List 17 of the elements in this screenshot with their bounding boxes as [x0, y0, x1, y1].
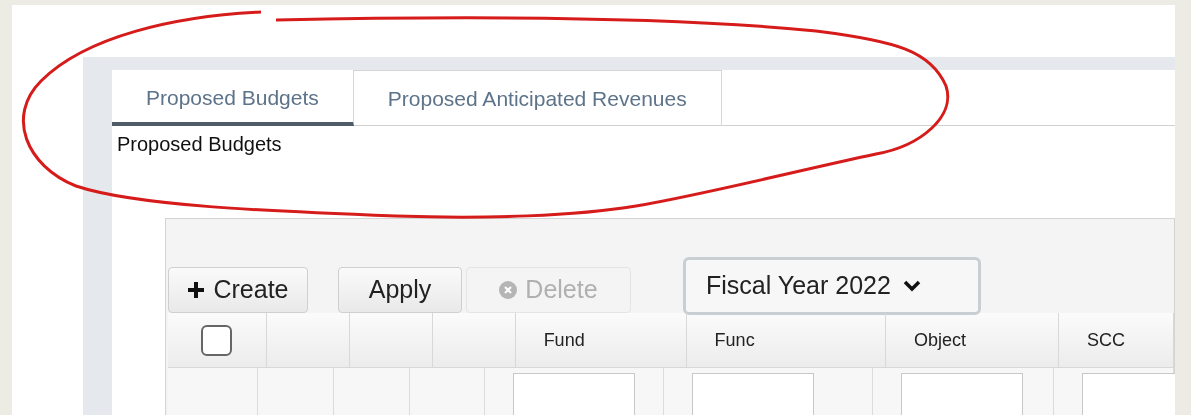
plus-icon: [187, 281, 206, 299]
select-all-checkbox[interactable]: [201, 324, 233, 356]
chevron-down-icon: [902, 280, 921, 292]
column-header: Fund: [543, 328, 585, 352]
section-title: Proposed Budgets: [116, 132, 282, 156]
tab[interactable]: Proposed Anticipated Revenues: [353, 70, 722, 126]
close-circle-icon: [499, 281, 518, 299]
filter-input-field[interactable]: [692, 373, 814, 415]
column-header: Func: [714, 328, 755, 352]
create-button[interactable]: Create: [168, 267, 308, 313]
tab[interactable]: Proposed Budgets: [112, 70, 354, 126]
fiscal-year-select[interactable]: Fiscal Year 2022: [683, 257, 981, 315]
filter-input-field[interactable]: [513, 373, 635, 415]
column-header: SCC: [1086, 328, 1125, 352]
column-header: Object: [914, 328, 967, 352]
filter-input-field[interactable]: [901, 373, 1023, 415]
apply-button[interactable]: Apply: [338, 267, 462, 313]
